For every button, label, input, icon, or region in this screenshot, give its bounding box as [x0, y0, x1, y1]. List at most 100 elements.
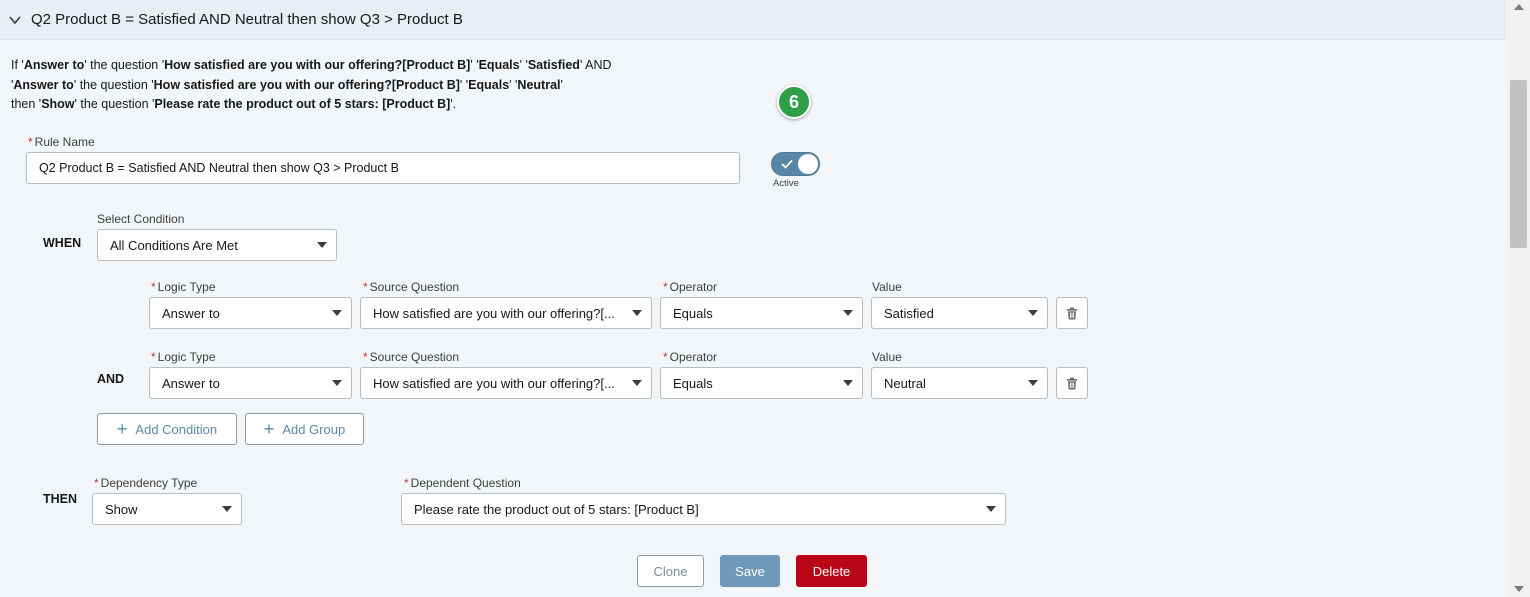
dependent-question-dropdown[interactable]: Please rate the product out of 5 stars: … — [401, 493, 1006, 525]
operator-dropdown[interactable]: Equals — [660, 297, 863, 329]
operator-label: * Operator — [663, 350, 718, 364]
summary-text: ' — [560, 77, 563, 92]
add-group-button[interactable]: + Add Group — [245, 413, 364, 445]
source-question-value: How satisfied are you with our offering?… — [373, 375, 615, 391]
rule-name-label: * Rule Name — [28, 135, 95, 149]
summary-text: ' the question ' — [73, 77, 154, 92]
delete-condition-button[interactable] — [1056, 367, 1088, 399]
value-label: Value — [872, 280, 902, 294]
logic-type-label: * Logic Type — [151, 350, 216, 364]
caret-down-icon — [843, 380, 853, 386]
dependency-type-value: Show — [105, 501, 138, 517]
value-label: Value — [872, 350, 902, 364]
logic-type-value: Answer to — [162, 375, 220, 391]
when-keyword: WHEN — [43, 236, 82, 250]
caret-down-icon — [317, 242, 327, 248]
summary-line-2: ' Answer to' the question 'How satisfied … — [11, 76, 612, 96]
dependent-question-label: * Dependent Question — [404, 476, 521, 490]
step-number-badge: 6 — [777, 85, 811, 119]
select-condition-value: All Conditions Are Met — [110, 237, 238, 253]
delete-condition-button[interactable] — [1056, 297, 1088, 329]
summary-line-3: then 'Show' the question 'Please rate th… — [11, 95, 612, 115]
summary-text: ' the question ' — [84, 58, 165, 72]
dependency-type-dropdown[interactable]: Show — [92, 493, 242, 525]
summary-text: ' ' — [459, 77, 469, 92]
rule-section-title: Q2 Product B = Satisfied AND Neutral the… — [31, 11, 463, 28]
select-condition-dropdown[interactable]: All Conditions Are Met — [97, 229, 337, 261]
summary-text: ' ' — [519, 58, 528, 72]
value-value: Neutral — [884, 375, 926, 391]
rule-name-input[interactable]: Q2 Product B = Satisfied AND Neutral the… — [26, 152, 740, 184]
save-button[interactable]: Save — [720, 555, 780, 587]
scroll-up-arrow-icon[interactable] — [1514, 4, 1524, 10]
caret-down-icon — [843, 310, 853, 316]
operator-dropdown[interactable]: Equals — [660, 367, 863, 399]
source-question-dropdown[interactable]: How satisfied are you with our offering?… — [360, 297, 652, 329]
caret-down-icon — [222, 506, 232, 512]
delete-button[interactable]: Delete — [796, 555, 867, 587]
value-dropdown[interactable]: Satisfied — [871, 297, 1048, 329]
select-condition-label: Select Condition — [97, 212, 185, 226]
add-condition-label: Add Condition — [135, 421, 218, 437]
active-toggle[interactable] — [771, 152, 820, 176]
vertical-scrollbar[interactable] — [1507, 0, 1530, 597]
value-value: Satisfied — [884, 305, 934, 321]
logic-type-label: * Logic Type — [151, 280, 216, 294]
then-keyword: THEN — [43, 492, 78, 506]
summary-bold-term: Show — [41, 97, 75, 111]
summary-bold-term: Neutral — [517, 77, 561, 92]
summary-text: then ' — [11, 97, 42, 111]
operator-value: Equals — [673, 375, 713, 391]
caret-down-icon — [332, 380, 342, 386]
source-question-label: * Source Question — [363, 350, 460, 364]
trash-icon — [1067, 307, 1077, 319]
summary-text: If ' — [11, 58, 24, 72]
caret-down-icon — [1028, 310, 1038, 316]
required-marker: * — [28, 135, 33, 149]
summary-line-1: If 'Answer to' the question 'How satisfi… — [11, 56, 612, 76]
summary-text: ' ' — [470, 58, 479, 72]
trash-icon — [1067, 377, 1077, 389]
active-toggle-label: Active — [773, 178, 799, 189]
and-keyword: AND — [97, 372, 125, 386]
plus-icon: + — [116, 419, 128, 439]
clone-button[interactable]: Clone — [637, 555, 704, 587]
caret-down-icon — [632, 380, 642, 386]
summary-text: ' AND — [579, 58, 612, 72]
source-question-dropdown[interactable]: How satisfied are you with our offering?… — [360, 367, 652, 399]
summary-bold-term: Equals — [478, 58, 520, 72]
check-icon — [781, 159, 793, 169]
summary-bold-term: Answer to — [13, 77, 74, 92]
summary-bold-term: Please rate the product out of 5 stars: … — [154, 97, 451, 111]
summary-bold-term: Satisfied — [527, 58, 580, 72]
operator-label: * Operator — [663, 280, 718, 294]
caret-down-icon — [1028, 380, 1038, 386]
scrollbar-thumb[interactable] — [1510, 80, 1527, 248]
summary-bold-term: Equals — [468, 77, 510, 92]
dependency-type-label: * Dependency Type — [94, 476, 198, 490]
add-condition-button[interactable]: + Add Condition — [97, 413, 237, 445]
summary-bold-term: How satisfied are you with our offering?… — [153, 77, 460, 92]
logic-type-dropdown[interactable]: Answer to — [149, 297, 352, 329]
chevron-down-icon[interactable] — [8, 13, 22, 27]
operator-value: Equals — [673, 305, 713, 321]
value-dropdown[interactable]: Neutral — [871, 367, 1048, 399]
caret-down-icon — [632, 310, 642, 316]
dependent-question-value: Please rate the product out of 5 stars: … — [414, 501, 699, 517]
add-group-label: Add Group — [282, 421, 346, 437]
summary-text: '. — [450, 97, 457, 111]
summary-bold-term: Answer to — [23, 58, 85, 72]
scroll-down-arrow-icon[interactable] — [1514, 586, 1524, 592]
source-question-label: * Source Question — [363, 280, 460, 294]
caret-down-icon — [332, 310, 342, 316]
logic-type-dropdown[interactable]: Answer to — [149, 367, 352, 399]
toggle-knob — [798, 154, 818, 174]
plus-icon: + — [263, 419, 275, 439]
logic-type-value: Answer to — [162, 305, 220, 321]
rule-section-header[interactable]: Q2 Product B = Satisfied AND Neutral the… — [0, 0, 1506, 40]
source-question-value: How satisfied are you with our offering?… — [373, 305, 615, 321]
summary-bold-term: How satisfied are you with our offering?… — [164, 58, 471, 72]
caret-down-icon — [986, 506, 996, 512]
rule-name-value: Q2 Product B = Satisfied AND Neutral the… — [39, 161, 399, 175]
rule-summary: If 'Answer to' the question 'How satisfi… — [11, 56, 612, 115]
